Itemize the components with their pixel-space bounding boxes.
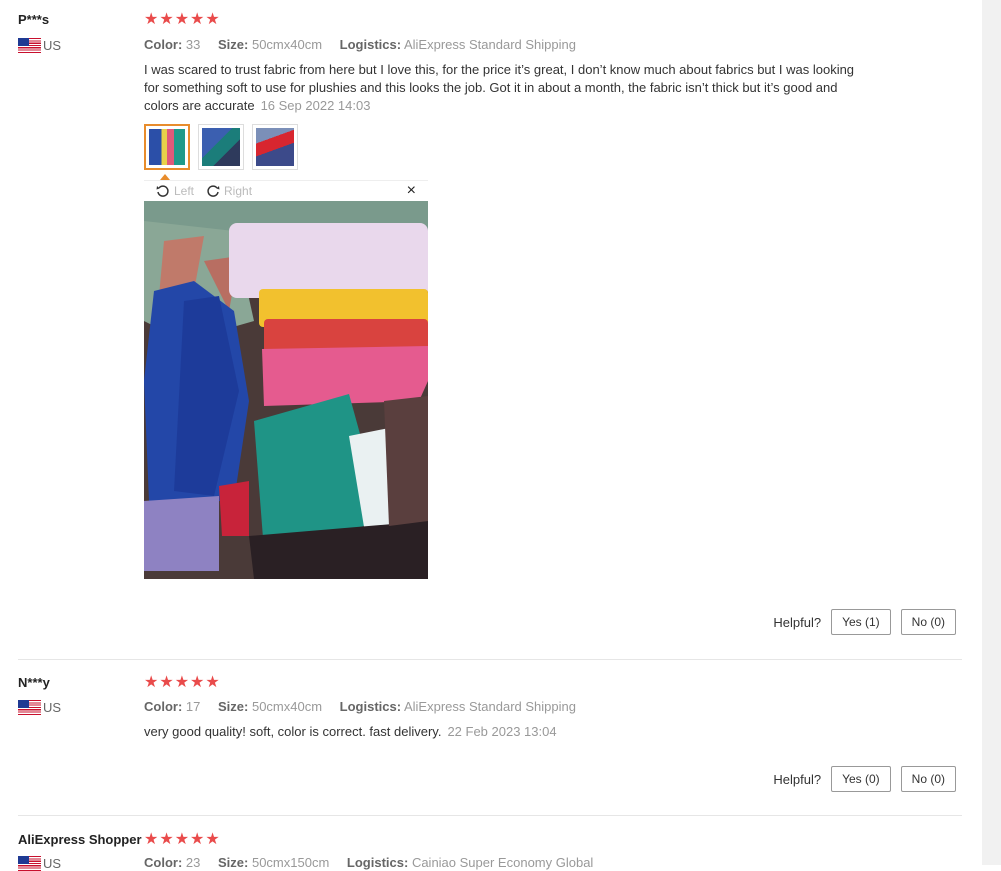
size-value: 50cmx150cm bbox=[251, 855, 330, 870]
logistics-value: Cainiao Super Economy Global bbox=[411, 855, 594, 870]
helpful-no-button[interactable]: No (0) bbox=[900, 766, 956, 792]
reviewer-country: US bbox=[18, 700, 61, 715]
review-photo-thumbnail[interactable] bbox=[198, 124, 244, 170]
us-flag-icon bbox=[18, 700, 41, 715]
helpful-label: Helpful? bbox=[773, 614, 822, 630]
helpful-yes-button[interactable]: Yes (1) bbox=[831, 609, 891, 635]
reviewer-name: N***y bbox=[18, 675, 50, 690]
review-divider bbox=[18, 815, 962, 816]
review-body: very good quality! soft, color is correc… bbox=[144, 724, 442, 739]
review-photo-thumbnail[interactable] bbox=[144, 124, 190, 170]
star-icon: ★ bbox=[159, 831, 174, 848]
review-photo-thumbnail[interactable] bbox=[252, 124, 298, 170]
star-rating: ★ ★ ★ ★ ★ bbox=[144, 12, 220, 28]
helpful-yes-button[interactable]: Yes (0) bbox=[831, 766, 891, 792]
star-icon: ★ bbox=[159, 11, 174, 28]
country-code: US bbox=[43, 856, 62, 871]
review-photo-large bbox=[144, 201, 428, 579]
helpful-row: Helpful? Yes (1) No (0) bbox=[773, 609, 956, 635]
size-label: Size: bbox=[218, 855, 249, 870]
review-sku-info: Color: 33 Size: 50cmx40cm Logistics: Ali… bbox=[144, 37, 590, 52]
reviewer-name: AliExpress Shopper bbox=[18, 832, 142, 847]
rotate-left-label: Left bbox=[174, 184, 195, 198]
rotate-left-icon bbox=[156, 185, 169, 197]
rotate-right-label: Right bbox=[224, 184, 253, 198]
logistics-label: Logistics: bbox=[346, 855, 409, 870]
star-icon: ★ bbox=[159, 674, 174, 691]
size-value: 50cmx40cm bbox=[251, 37, 323, 52]
star-icon: ★ bbox=[205, 831, 220, 848]
rotate-left-button[interactable]: Left bbox=[156, 184, 194, 198]
review-sku-info: Color: 23 Size: 50cmx150cm Logistics: Ca… bbox=[144, 855, 607, 870]
review-date: 22 Feb 2023 13:04 bbox=[447, 724, 557, 739]
color-value: 33 bbox=[185, 37, 201, 52]
reviewer-name: P***s bbox=[18, 12, 50, 27]
page-scrollbar[interactable] bbox=[982, 0, 1001, 865]
star-icon: ★ bbox=[144, 674, 159, 691]
star-icon: ★ bbox=[190, 831, 205, 848]
review-body: I was scared to trust fabric from here b… bbox=[144, 62, 855, 113]
color-label: Color: bbox=[144, 855, 183, 870]
review-sku-info: Color: 17 Size: 50cmx40cm Logistics: Ali… bbox=[144, 699, 590, 714]
star-icon: ★ bbox=[174, 11, 190, 28]
fabric-photo bbox=[144, 201, 428, 579]
reviewer-country: US bbox=[18, 38, 61, 53]
helpful-no-button[interactable]: No (0) bbox=[900, 609, 956, 635]
size-label: Size: bbox=[218, 699, 249, 714]
us-flag-icon bbox=[18, 856, 41, 871]
star-icon: ★ bbox=[190, 11, 205, 28]
review-thumbnails bbox=[144, 124, 298, 170]
photo-viewer-toolbar: Left Right × bbox=[144, 180, 428, 201]
logistics-label: Logistics: bbox=[339, 699, 402, 714]
color-value: 17 bbox=[185, 699, 201, 714]
star-icon: ★ bbox=[205, 674, 220, 691]
review-date: 16 Sep 2022 14:03 bbox=[260, 98, 371, 113]
size-value: 50cmx40cm bbox=[251, 699, 323, 714]
color-label: Color: bbox=[144, 699, 183, 714]
star-rating: ★ ★ ★ ★ ★ bbox=[144, 832, 220, 848]
review-text: I was scared to trust fabric from here b… bbox=[144, 61, 859, 115]
size-label: Size: bbox=[218, 37, 249, 52]
logistics-value: AliExpress Standard Shipping bbox=[403, 699, 576, 714]
logistics-label: Logistics: bbox=[339, 37, 402, 52]
us-flag-icon bbox=[18, 38, 41, 53]
helpful-label: Helpful? bbox=[773, 771, 822, 787]
star-icon: ★ bbox=[144, 831, 159, 848]
rotate-right-icon bbox=[207, 185, 220, 197]
color-value: 23 bbox=[185, 855, 201, 870]
logistics-value: AliExpress Standard Shipping bbox=[403, 37, 576, 52]
country-code: US bbox=[43, 38, 62, 53]
star-icon: ★ bbox=[205, 11, 220, 28]
reviewer-country: US bbox=[18, 856, 61, 871]
star-icon: ★ bbox=[190, 674, 205, 691]
star-icon: ★ bbox=[144, 11, 159, 28]
star-rating: ★ ★ ★ ★ ★ bbox=[144, 675, 220, 691]
star-icon: ★ bbox=[174, 674, 190, 691]
color-label: Color: bbox=[144, 37, 183, 52]
rotate-right-button[interactable]: Right bbox=[206, 184, 252, 198]
star-icon: ★ bbox=[174, 831, 190, 848]
review-text: very good quality! soft, color is correc… bbox=[144, 723, 859, 741]
country-code: US bbox=[43, 700, 62, 715]
review-divider bbox=[18, 659, 962, 660]
close-icon[interactable]: × bbox=[407, 182, 416, 200]
helpful-row: Helpful? Yes (0) No (0) bbox=[773, 766, 956, 792]
